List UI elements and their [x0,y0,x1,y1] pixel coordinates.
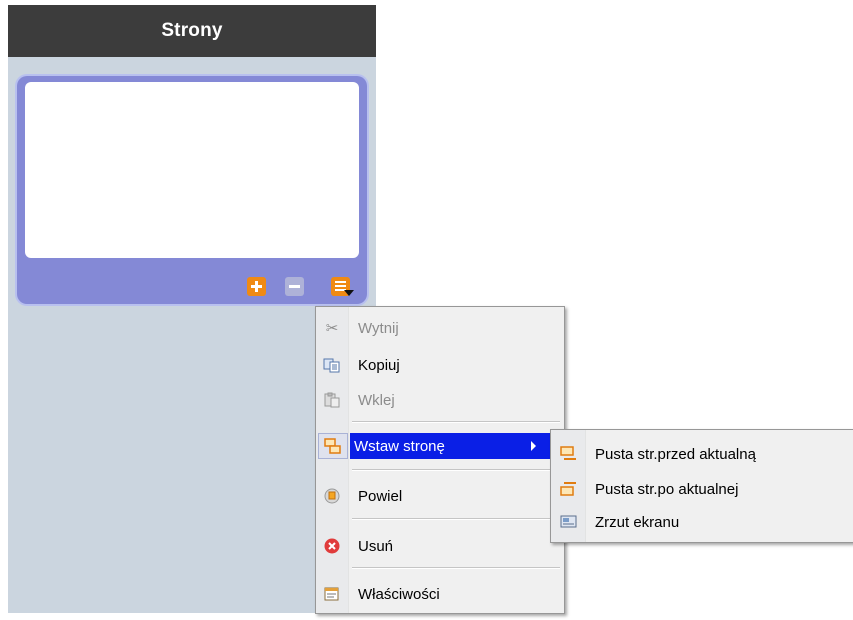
submenu-item-label: Pusta str.po aktualnej [595,480,739,498]
menu-separator [352,518,560,520]
menu-item-label: Usuń [358,537,394,555]
panel-title: Strony [8,5,376,57]
menu-separator [352,421,560,423]
properties-icon [318,581,346,607]
submenu-item-label: Pusta str.przed aktualną [595,445,756,463]
submenu-arrow-icon [531,441,536,451]
menu-item-cut[interactable]: ✂ Wytnij [318,315,562,341]
delete-icon [318,533,346,559]
context-menu: ✂ Wytnij Kopiuj Wklej Wstaw stronę Powie… [315,306,565,614]
menu-item-properties[interactable]: Właściwości [318,581,562,607]
menu-separator [352,469,560,471]
menu-item-label: Kopiuj [358,356,400,374]
add-page-button[interactable] [247,277,266,296]
menu-separator [352,567,560,569]
copy-icon [318,352,346,378]
insert-page-submenu: Pusta str.przed aktualną Pusta str.po ak… [550,429,853,543]
submenu-item-blank-before[interactable]: Pusta str.przed aktualną [553,441,851,467]
menu-item-copy[interactable]: Kopiuj [318,352,562,378]
menu-item-label: Wytnij [358,319,399,337]
remove-page-button[interactable] [285,277,304,296]
menu-item-label: Wstaw stronę [354,437,445,455]
dropdown-arrow-icon [344,290,354,296]
paste-icon [318,387,346,413]
submenu-item-screenshot[interactable]: Zrzut ekranu [553,509,851,535]
menu-item-delete[interactable]: Usuń [318,533,562,559]
menu-item-paste[interactable]: Wklej [318,387,562,413]
menu-item-insert-page[interactable]: Wstaw stronę [350,433,550,459]
page-after-icon [553,481,585,497]
menu-item-label: Wklej [358,391,395,409]
submenu-item-label: Zrzut ekranu [595,513,680,531]
duplicate-icon [318,483,346,509]
page-menu-button[interactable] [331,277,354,296]
menu-item-label: Właściwości [358,585,440,603]
scissors-icon: ✂ [325,320,339,337]
menu-item-label: Powiel [358,487,403,505]
minus-icon [289,285,300,288]
submenu-item-blank-after[interactable]: Pusta str.po aktualnej [553,476,851,502]
screenshot-icon [553,514,585,530]
page-thumbnail-canvas[interactable] [25,82,359,258]
plus-icon [251,281,262,292]
menu-item-duplicate[interactable]: Powiel [318,483,562,509]
page-before-icon [553,446,585,462]
page-thumbnail[interactable] [17,76,367,304]
insert-page-icon [318,433,348,459]
